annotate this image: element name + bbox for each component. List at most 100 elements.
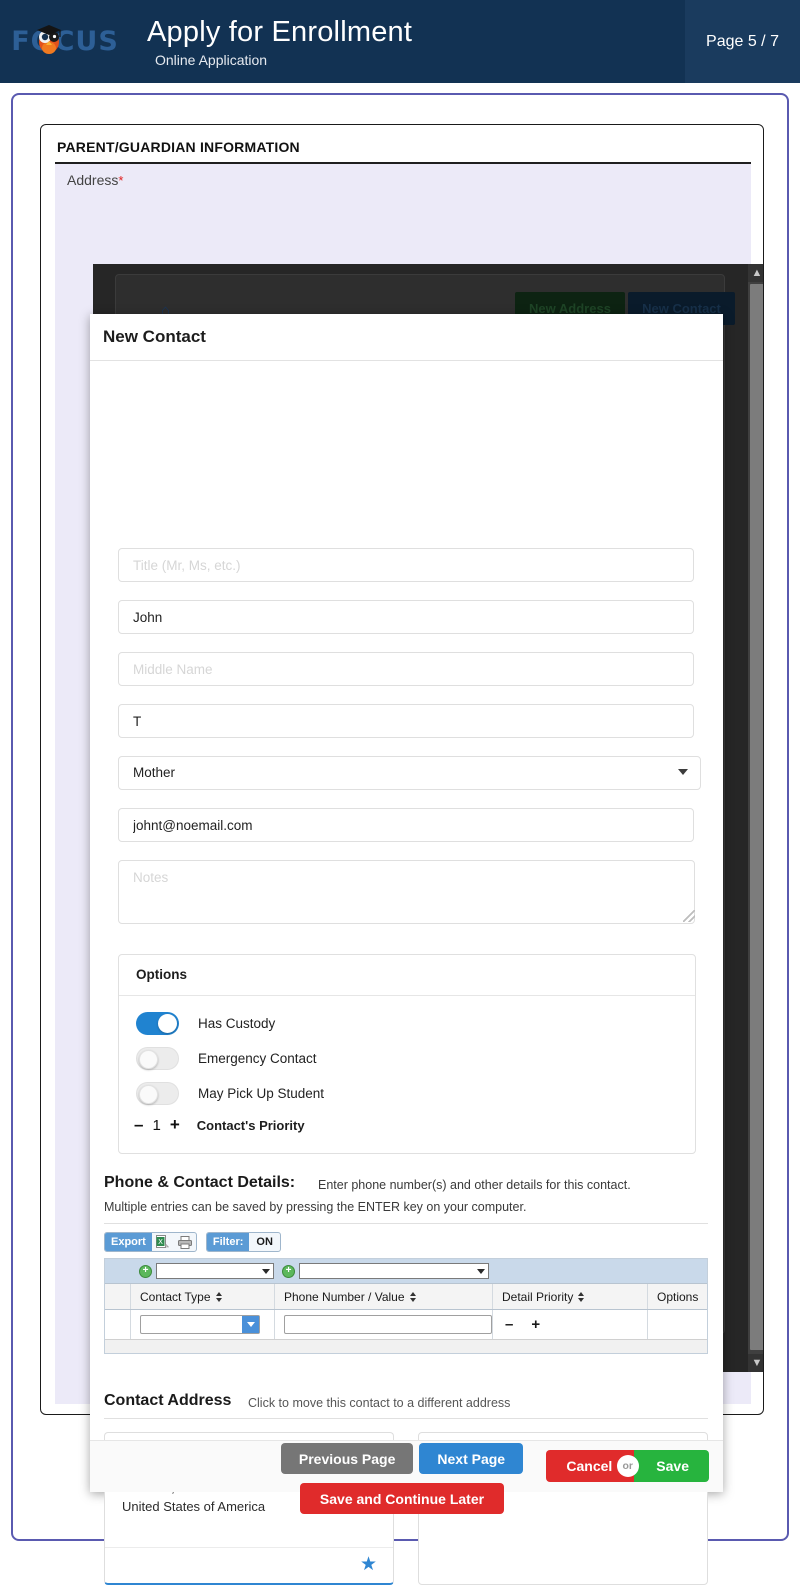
page-subtitle: Online Application <box>155 51 268 68</box>
svg-text:X: X <box>158 1238 163 1246</box>
contact-address-divider <box>104 1418 708 1419</box>
grid-header-row: Contact Type Phone Number / Value Detail… <box>105 1283 707 1310</box>
grid-cell-options <box>648 1310 707 1339</box>
phone-details-grid: + + Contact Type Phone Number / Value De… <box>104 1258 708 1354</box>
grid-header-phone-value[interactable]: Phone Number / Value <box>275 1284 493 1309</box>
option-row-may-pick-up-student[interactable]: May Pick Up Student <box>136 1081 324 1105</box>
scroll-down-icon[interactable]: ▼ <box>748 1354 763 1372</box>
overlay-scrollbar[interactable]: ▲ ▼ <box>748 264 763 1372</box>
grid-header-phone-value-label: Phone Number / Value <box>284 1289 405 1304</box>
phone-section-divider <box>104 1223 708 1224</box>
chevron-down-icon <box>678 769 688 775</box>
phone-details-heading: Phone & Contact Details: <box>104 1174 296 1191</box>
app-header: FOCUS Apply for Enrollment Online Applic… <box>0 0 800 83</box>
address-label: Address* <box>67 172 123 188</box>
phone-details-note: Enter phone number(s) and other details … <box>318 1178 631 1192</box>
page-navigation: Previous Page Next Page <box>13 1443 791 1474</box>
middle-name-input[interactable] <box>118 652 694 686</box>
page-indicator: Page 5 / 7 <box>685 0 800 83</box>
grid-cell-blank <box>105 1310 131 1339</box>
dropdown-arrow-icon[interactable] <box>242 1316 259 1333</box>
grid-cell-detail-priority[interactable]: – + <box>493 1310 648 1339</box>
table-row: – + <box>105 1310 707 1339</box>
contact-address-heading: Contact Address <box>104 1392 232 1409</box>
title-input[interactable] <box>118 548 694 582</box>
sort-icon[interactable] <box>215 1291 222 1302</box>
export-label[interactable]: Export <box>105 1233 152 1251</box>
notes-textarea[interactable] <box>118 860 695 924</box>
grid-toolbar: Export X Filter: ON <box>104 1232 281 1252</box>
sort-icon[interactable] <box>409 1291 416 1302</box>
priority-decrement-button[interactable]: – <box>127 1115 150 1135</box>
option-row-has-custody[interactable]: Has Custody <box>136 1011 275 1035</box>
phone-number-input[interactable] <box>284 1315 492 1334</box>
printer-icon[interactable] <box>174 1233 196 1251</box>
previous-page-button[interactable]: Previous Page <box>280 1443 414 1474</box>
emergency-contact-label: Emergency Contact <box>198 1050 317 1066</box>
scrollbar-thumb[interactable] <box>750 284 763 1350</box>
grid-header-detail-priority[interactable]: Detail Priority <box>493 1284 648 1309</box>
options-header-label: Options <box>136 967 187 982</box>
grid-filter-bar: + + <box>105 1259 707 1283</box>
scroll-up-icon[interactable]: ▲ <box>748 264 763 282</box>
owl-graduate-icon <box>37 25 61 54</box>
save-and-continue-later-button[interactable]: Save and Continue Later <box>299 1483 505 1514</box>
excel-export-icon[interactable]: X <box>152 1233 174 1251</box>
detail-priority-increment[interactable]: + <box>522 1316 549 1333</box>
header-title-block: Apply for Enrollment Online Application <box>130 0 685 83</box>
sort-icon[interactable] <box>578 1291 585 1302</box>
phone-details-subnote: Multiple entries can be saved by pressin… <box>104 1200 527 1214</box>
relationship-select[interactable]: Mother <box>118 756 701 790</box>
export-button-group[interactable]: Export X <box>104 1232 197 1252</box>
contact-type-select[interactable] <box>140 1315 260 1334</box>
priority-value: 1 <box>152 1116 161 1134</box>
grid-header-contact-type[interactable]: Contact Type <box>131 1284 275 1309</box>
section-title: PARENT/GUARDIAN INFORMATION <box>57 139 300 155</box>
detail-priority-decrement[interactable]: – <box>496 1316 522 1333</box>
next-page-button[interactable]: Next Page <box>419 1443 524 1474</box>
brand-logo[interactable]: FOCUS <box>0 0 130 83</box>
filter-label[interactable]: Filter: <box>206 1233 250 1251</box>
grid-cell-contact-type[interactable] <box>131 1310 275 1339</box>
grid-header-contact-type-label: Contact Type <box>140 1289 211 1304</box>
add-filter-icon[interactable]: + <box>282 1264 295 1278</box>
add-filter-icon[interactable]: + <box>139 1264 152 1278</box>
relationship-selected-value: Mother <box>133 765 176 780</box>
contact-type-filter-select[interactable] <box>156 1263 274 1279</box>
save-later-row: Save and Continue Later <box>13 1483 791 1514</box>
grid-cell-phone-value[interactable] <box>275 1310 493 1339</box>
logo-wordmark: FOCUS <box>11 26 119 57</box>
options-header: Options <box>119 955 695 996</box>
phone-value-filter-select[interactable] <box>299 1263 489 1279</box>
star-icon[interactable]: ★ <box>360 1555 377 1574</box>
has-custody-toggle[interactable] <box>136 1011 179 1035</box>
may-pick-up-student-label: May Pick Up Student <box>198 1085 325 1101</box>
modal-title: New Contact <box>103 327 206 346</box>
chevron-down-icon <box>262 1268 270 1274</box>
chevron-down-icon <box>477 1268 485 1274</box>
filter-cell-contact-type[interactable]: + <box>139 1263 274 1279</box>
new-contact-modal: New Contact Mother Options Has Custody <box>90 314 723 1585</box>
last-name-input[interactable] <box>118 704 694 738</box>
filter-cell-phone-value[interactable]: + <box>282 1263 489 1279</box>
has-custody-label: Has Custody <box>198 1015 276 1031</box>
grid-header-detail-priority-label: Detail Priority <box>502 1289 574 1304</box>
page-title: Apply for Enrollment <box>147 15 413 48</box>
email-field[interactable] <box>118 808 694 842</box>
first-name-input[interactable] <box>118 600 694 634</box>
modal-header: New Contact <box>90 314 723 361</box>
address-label-text: Address <box>67 172 119 188</box>
toggle-knob <box>158 1013 177 1033</box>
priority-increment-button[interactable]: + <box>163 1115 187 1135</box>
option-row-emergency-contact[interactable]: Emergency Contact <box>136 1046 317 1070</box>
grid-header-options: Options <box>648 1284 707 1309</box>
contacts-priority-stepper[interactable]: – 1 + Contact's Priority <box>127 1115 305 1135</box>
toggle-knob <box>139 1084 158 1104</box>
application-card: PARENT/GUARDIAN INFORMATION Address* ⌂ N… <box>11 93 791 1585</box>
may-pick-up-student-toggle[interactable] <box>136 1081 179 1105</box>
filter-state[interactable]: ON <box>249 1233 279 1251</box>
toggle-knob <box>139 1049 158 1069</box>
emergency-contact-toggle[interactable] <box>136 1046 179 1070</box>
address-card-footer: ★ <box>105 1547 393 1583</box>
filter-toggle-group[interactable]: Filter: ON <box>205 1232 281 1252</box>
